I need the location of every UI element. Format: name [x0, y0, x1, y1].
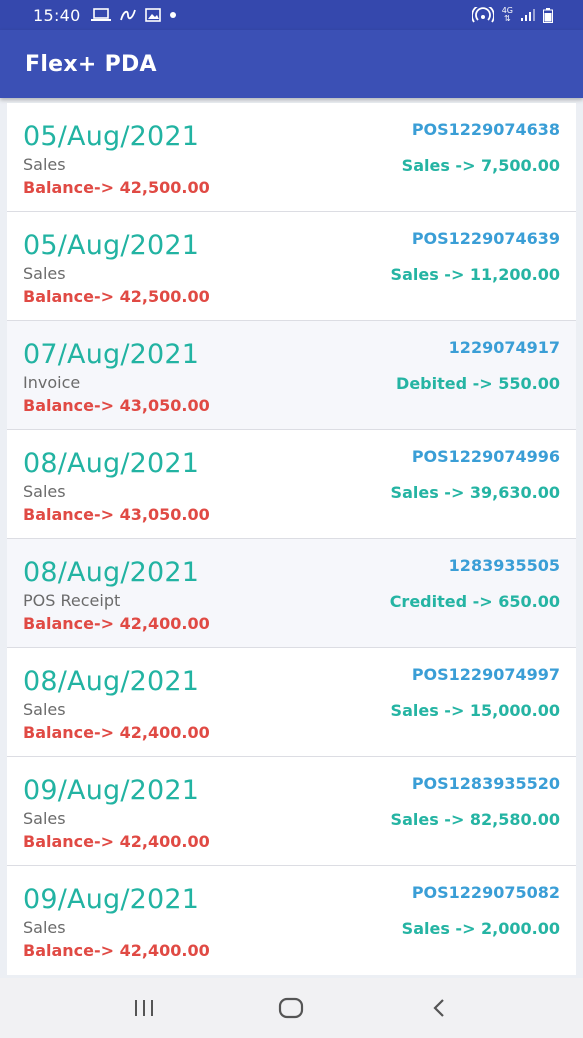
- transaction-balance: Balance-> 42,500.00: [23, 178, 210, 197]
- transaction-balance: Balance-> 42,400.00: [23, 614, 210, 633]
- transaction-amount: Sales -> 11,200.00: [390, 265, 560, 284]
- image-icon: [144, 8, 161, 22]
- transaction-balance: Balance-> 42,400.00: [23, 723, 210, 742]
- transaction-amount: Sales -> 7,500.00: [401, 156, 560, 175]
- transaction-reference: POS1229074997: [411, 665, 560, 684]
- transaction-reference: POS1229075082: [411, 883, 560, 902]
- status-time: 15:40: [33, 5, 81, 25]
- transaction-date: 05/Aug/2021: [23, 230, 200, 261]
- recent-apps-icon[interactable]: [114, 983, 174, 1033]
- hotspot-icon: [471, 7, 494, 23]
- transaction-row[interactable]: 08/Aug/2021 Sales Balance-> 43,050.00 PO…: [7, 430, 576, 539]
- navigation-bar: [0, 978, 583, 1038]
- transaction-amount: Sales -> 39,630.00: [390, 483, 560, 502]
- transaction-row[interactable]: 09/Aug/2021 Sales Balance-> 42,400.00 PO…: [7, 757, 576, 866]
- transaction-type: Sales: [23, 482, 66, 501]
- transaction-reference: POS1283935520: [411, 774, 560, 793]
- transaction-date: 08/Aug/2021: [23, 557, 200, 588]
- back-icon[interactable]: [409, 983, 469, 1033]
- home-icon[interactable]: [261, 983, 321, 1033]
- link-icon: [119, 8, 137, 22]
- transaction-balance: Balance-> 43,050.00: [23, 505, 210, 524]
- transaction-amount: Debited -> 550.00: [396, 374, 560, 393]
- transaction-type: Invoice: [23, 373, 81, 392]
- transaction-type: Sales: [23, 700, 66, 719]
- transaction-date: 09/Aug/2021: [23, 884, 200, 915]
- status-bar: 15:40 4G ⇅: [0, 0, 583, 30]
- transaction-row[interactable]: 05/Aug/2021 Sales Balance-> 42,500.00 PO…: [7, 103, 576, 212]
- transaction-date: 07/Aug/2021: [23, 339, 200, 370]
- transaction-row[interactable]: 09/Aug/2021 Sales Balance-> 42,400.00 PO…: [7, 866, 576, 975]
- transaction-balance: Balance-> 42,400.00: [23, 941, 210, 960]
- battery-icon: [543, 7, 553, 23]
- transaction-type: Sales: [23, 155, 66, 174]
- transaction-type: Sales: [23, 809, 66, 828]
- transaction-row[interactable]: 08/Aug/2021 POS Receipt Balance-> 42,400…: [7, 539, 576, 648]
- transaction-reference: POS1229074638: [411, 120, 560, 139]
- transaction-date: 08/Aug/2021: [23, 666, 200, 697]
- transaction-balance: Balance-> 42,400.00: [23, 832, 210, 851]
- transaction-amount: Sales -> 2,000.00: [401, 919, 560, 938]
- transaction-date: 09/Aug/2021: [23, 775, 200, 806]
- transaction-type: Sales: [23, 918, 66, 937]
- transaction-date: 08/Aug/2021: [23, 448, 200, 479]
- transaction-type: Sales: [23, 264, 66, 283]
- transaction-reference: 1229074917: [448, 338, 560, 357]
- transaction-row[interactable]: 07/Aug/2021 Invoice Balance-> 43,050.00 …: [7, 321, 576, 430]
- transaction-row[interactable]: 08/Aug/2021 Sales Balance-> 42,400.00 PO…: [7, 648, 576, 757]
- app-bar: Flex+ PDA: [0, 30, 583, 98]
- transaction-type: POS Receipt: [23, 591, 121, 610]
- app-title: Flex+ PDA: [25, 51, 157, 77]
- transaction-balance: Balance-> 42,500.00: [23, 287, 210, 306]
- transaction-amount: Credited -> 650.00: [389, 592, 560, 611]
- transaction-reference: POS1229074996: [411, 447, 560, 466]
- transaction-balance: Balance-> 43,050.00: [23, 396, 210, 415]
- transaction-date: 05/Aug/2021: [23, 121, 200, 152]
- transaction-reference: POS1229074639: [411, 229, 560, 248]
- laptop-icon: [90, 8, 111, 22]
- transaction-reference: 1283935505: [448, 556, 560, 575]
- transaction-amount: Sales -> 15,000.00: [390, 701, 560, 720]
- transaction-amount: Sales -> 82,580.00: [390, 810, 560, 829]
- signal-icon: [521, 9, 535, 21]
- dot-icon: [169, 11, 177, 19]
- transaction-list[interactable]: 05/Aug/2021 Sales Balance-> 42,500.00 PO…: [7, 103, 576, 975]
- data-4g-icon: 4G ⇅: [501, 6, 513, 23]
- transaction-row[interactable]: 05/Aug/2021 Sales Balance-> 42,500.00 PO…: [7, 212, 576, 321]
